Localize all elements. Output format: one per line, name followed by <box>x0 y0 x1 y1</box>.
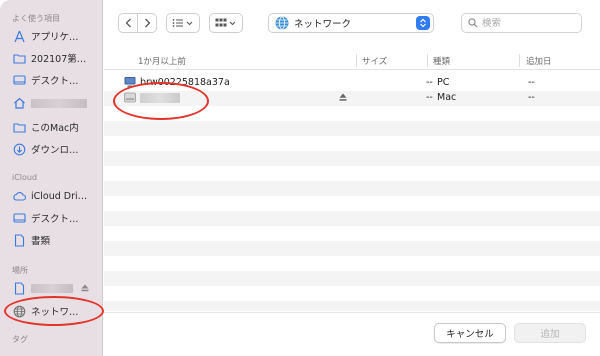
empty-row <box>104 286 600 301</box>
chevron-left-icon <box>125 18 131 28</box>
add-button[interactable]: 追加 <box>514 323 586 343</box>
column-kind-header[interactable]: 種類 <box>433 55 450 67</box>
sidebar-item-label: ネットワ… <box>31 307 79 318</box>
table-row[interactable]: brw00225818a37a -- PC -- <box>104 76 600 91</box>
sidebar-item-network[interactable]: ネットワ… <box>0 301 102 321</box>
dialog-footer: キャンセル 追加 <box>104 312 600 356</box>
desktop-icon <box>12 73 26 87</box>
empty-row <box>104 301 600 311</box>
sidebar-item-applications[interactable]: アプリケ… <box>0 26 102 46</box>
view-grid-button[interactable] <box>209 13 243 33</box>
redacted-username <box>31 98 87 108</box>
sidebar-item-documents[interactable]: 書類 <box>0 230 102 250</box>
eject-icon[interactable] <box>339 93 347 105</box>
column-name-header[interactable]: 1か月以上前 <box>138 55 186 67</box>
table-row[interactable]: -- Mac -- <box>104 91 600 106</box>
location-popup[interactable]: ネットワーク <box>268 13 434 33</box>
search-input[interactable] <box>482 17 572 29</box>
sidebar-item-label: ダウンロ… <box>31 145 79 156</box>
chevron-updown-icon <box>420 18 426 28</box>
row-name: brw00225818a37a <box>140 77 230 88</box>
network-icon <box>12 304 26 318</box>
empty-row <box>104 211 600 226</box>
search-field[interactable] <box>461 13 582 33</box>
sidebar-item-label: 書類 <box>31 236 51 247</box>
locations-section-title: 場所 <box>12 266 28 275</box>
sidebar-item-desktop[interactable]: デスクト… <box>0 70 102 90</box>
sidebar-item-label: デスクト… <box>31 214 79 225</box>
favorites-section-title: よく使う項目 <box>12 14 60 23</box>
empty-row <box>104 136 600 151</box>
view-list-button[interactable] <box>166 13 200 33</box>
row-added: -- <box>528 77 535 88</box>
column-added-header[interactable]: 追加日 <box>526 55 552 67</box>
folder-icon <box>12 120 26 134</box>
column-size-header[interactable]: サイズ <box>362 55 387 67</box>
sidebar-item-label: iCloud Dri… <box>31 190 88 202</box>
desktop-icon <box>12 211 26 225</box>
row-kind: Mac <box>437 92 457 103</box>
sidebar-item-icloud-desktop[interactable]: デスクト… <box>0 208 102 228</box>
popup-stepper[interactable] <box>416 16 430 30</box>
document-icon <box>12 281 26 295</box>
row-size: -- <box>426 92 433 103</box>
sidebar-item-downloads[interactable]: ダウンロ… <box>0 139 102 159</box>
empty-row <box>104 241 600 256</box>
network-globe-icon <box>275 16 289 30</box>
sidebar-item-disk[interactable] <box>0 278 102 298</box>
home-icon <box>12 96 26 110</box>
sidebar-item-folder-202107[interactable]: 202107第… <box>0 48 102 68</box>
file-browser: ネットワーク 1か月以上前 サイズ 種類 追加日 brw00225818a37a… <box>104 0 600 356</box>
empty-row <box>104 106 600 121</box>
icloud-icon <box>12 189 26 203</box>
tags-section-title: タグ <box>12 335 28 344</box>
empty-row <box>104 196 600 211</box>
row-kind: PC <box>437 77 450 88</box>
empty-row <box>104 271 600 286</box>
forward-button[interactable] <box>137 13 157 33</box>
sidebar-item-icloud-drive[interactable]: iCloud Dri… <box>0 186 102 206</box>
sidebar-item-label: アプリケ… <box>31 32 79 43</box>
chevron-right-icon <box>144 18 150 28</box>
row-size: -- <box>426 77 433 88</box>
empty-row <box>104 226 600 241</box>
sidebar-item-label: 202107第… <box>31 54 87 65</box>
disk-icon <box>124 92 136 106</box>
folder-icon <box>12 51 26 65</box>
download-icon <box>12 142 26 156</box>
sidebar-item-label: このMac内 <box>31 123 79 134</box>
location-label: ネットワーク <box>294 19 352 30</box>
empty-row <box>104 121 600 136</box>
sidebar-item-this-mac[interactable]: このMac内 <box>0 117 102 137</box>
sidebar-item-home[interactable] <box>0 93 102 113</box>
eject-icon[interactable] <box>81 284 89 292</box>
toolbar: ネットワーク <box>104 0 600 46</box>
sidebar: よく使う項目 アプリケ… 202107第… デスクト… このMac内 ダウンロ…… <box>0 0 103 356</box>
applications-icon <box>12 29 26 43</box>
empty-row <box>104 181 600 196</box>
row-added: -- <box>528 92 535 103</box>
list-view-icon <box>172 19 193 27</box>
column-header: 1か月以上前 サイズ 種類 追加日 <box>104 52 600 70</box>
pc-icon <box>124 76 136 91</box>
cancel-button[interactable]: キャンセル <box>434 323 506 343</box>
redacted-mac-name <box>140 93 180 106</box>
grid-view-icon <box>215 18 236 27</box>
back-button[interactable] <box>118 13 138 33</box>
empty-row <box>104 256 600 271</box>
file-list: brw00225818a37a -- PC -- -- Mac -- <box>104 76 600 311</box>
empty-row <box>104 166 600 181</box>
sidebar-item-label: デスクト… <box>31 76 79 87</box>
icloud-section-title: iCloud <box>12 173 38 182</box>
redacted-disk-name <box>31 283 73 293</box>
empty-row <box>104 151 600 166</box>
search-icon <box>468 18 478 28</box>
document-icon <box>12 233 26 247</box>
